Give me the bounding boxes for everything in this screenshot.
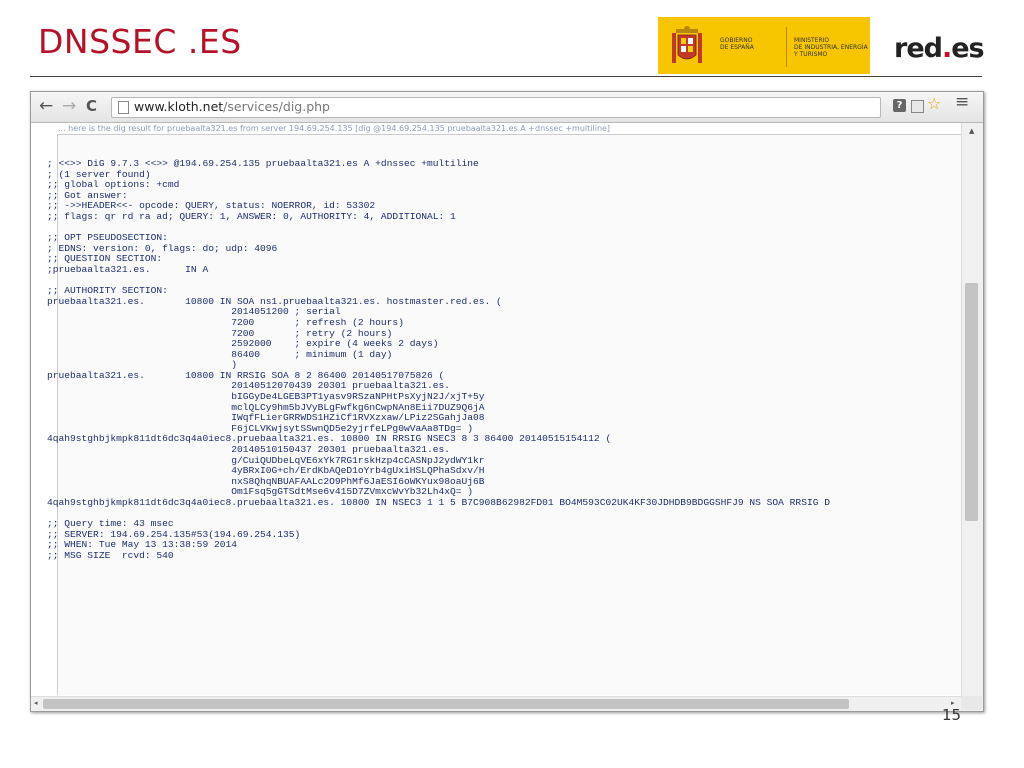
browser-toolbar: ← → C www.kloth.net/services/dig.php ? ☆… xyxy=(31,92,983,123)
browser-window: ← → C www.kloth.net/services/dig.php ? ☆… xyxy=(30,91,984,712)
help-icon[interactable]: ? xyxy=(893,99,906,112)
logo-divider xyxy=(786,27,787,67)
scroll-up-arrow-icon[interactable]: ▲ xyxy=(969,127,974,135)
horizontal-scrollbar[interactable]: ◂ ▸ xyxy=(31,696,961,711)
redes-logo-main: red xyxy=(894,33,943,64)
horizontal-scroll-thumb[interactable] xyxy=(43,699,849,709)
gobierno-text: GOBIERNO DE ESPAÑA xyxy=(720,37,754,51)
page-icon xyxy=(118,101,129,114)
scroll-corner xyxy=(961,696,982,710)
vertical-scroll-thumb[interactable] xyxy=(965,283,978,521)
redes-logo-dot: . xyxy=(941,33,952,64)
translate-icon[interactable] xyxy=(911,100,924,113)
spain-coat-of-arms-icon xyxy=(672,26,702,63)
gobierno-espana-logo: GOBIERNO DE ESPAÑA MINISTERIO DE INDUSTR… xyxy=(658,17,870,74)
redes-logo-suffix: es xyxy=(951,33,984,64)
back-button[interactable]: ← xyxy=(39,97,53,115)
reload-button[interactable]: C xyxy=(86,97,97,115)
menu-icon[interactable]: ≡ xyxy=(955,94,969,111)
vertical-scrollbar[interactable]: ▲ xyxy=(961,123,983,696)
cut-off-header: ... here is the dig result for pruebaalt… xyxy=(58,124,611,133)
bookmark-star-icon[interactable]: ☆ xyxy=(927,96,941,112)
scroll-left-arrow-icon[interactable]: ◂ xyxy=(34,699,38,707)
slide-title: DNSSEC .ES xyxy=(38,22,242,61)
page-number: 15 xyxy=(942,706,962,724)
title-divider xyxy=(30,76,982,77)
page-content: ... here is the dig result for pruebaalt… xyxy=(31,123,961,696)
forward-button[interactable]: → xyxy=(62,97,76,115)
url-host: www.kloth.net xyxy=(134,99,224,114)
url-text[interactable]: www.kloth.net/services/dig.php xyxy=(134,99,330,114)
ministerio-text: MINISTERIO DE INDUSTRIA, ENERGÍA Y TURIS… xyxy=(794,37,868,58)
address-bar[interactable]: www.kloth.net/services/dig.php xyxy=(111,97,881,118)
dig-output: ; <<>> DiG 9.7.3 <<>> @194.69.254.135 pr… xyxy=(47,158,830,561)
url-path: /services/dig.php xyxy=(223,99,330,114)
redes-logo: red.es xyxy=(894,33,985,64)
